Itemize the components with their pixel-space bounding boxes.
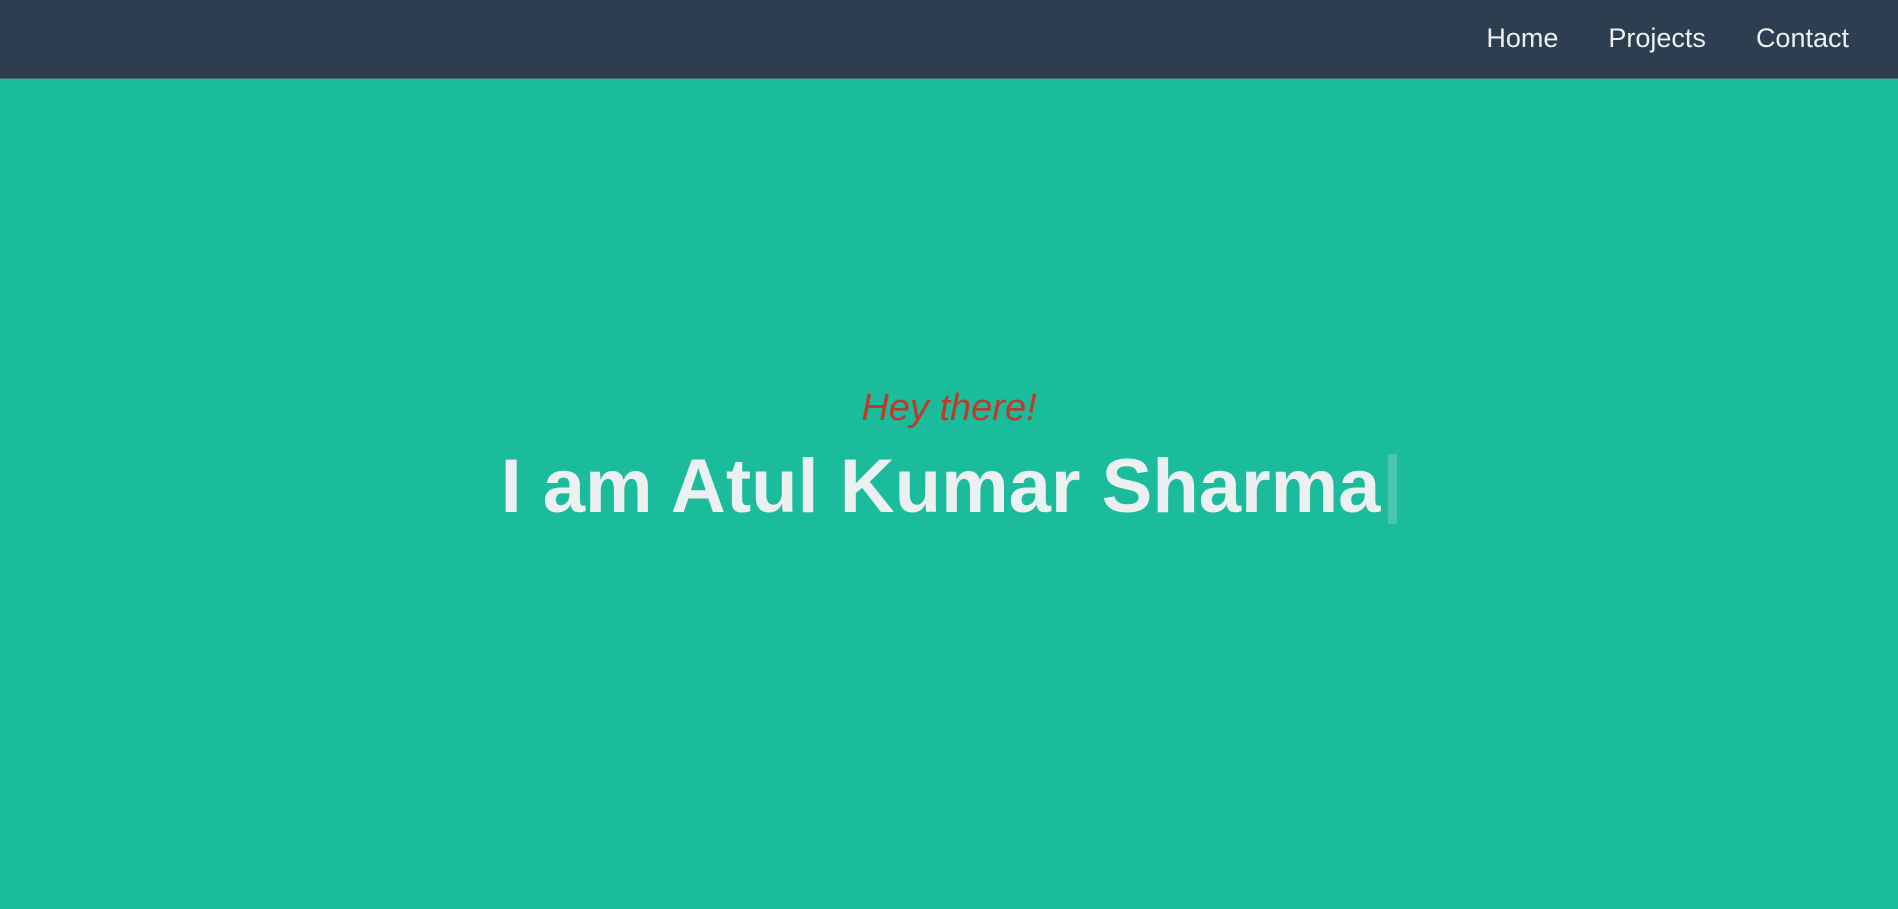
hero-headline-text: I am Atul Kumar Sharma bbox=[500, 444, 1381, 529]
typing-cursor bbox=[1388, 454, 1398, 524]
hero-headline: I am Atul Kumar Sharma bbox=[0, 449, 1898, 525]
nav-link-projects[interactable]: Projects bbox=[1608, 24, 1706, 52]
hero-section: Hey there! I am Atul Kumar Sharma bbox=[0, 79, 1898, 909]
nav-link-contact[interactable]: Contact bbox=[1756, 24, 1849, 52]
top-navbar: Home Projects Contact bbox=[0, 0, 1898, 79]
nav-link-home[interactable]: Home bbox=[1486, 24, 1558, 52]
hero-greeting: Hey there! bbox=[861, 387, 1037, 429]
